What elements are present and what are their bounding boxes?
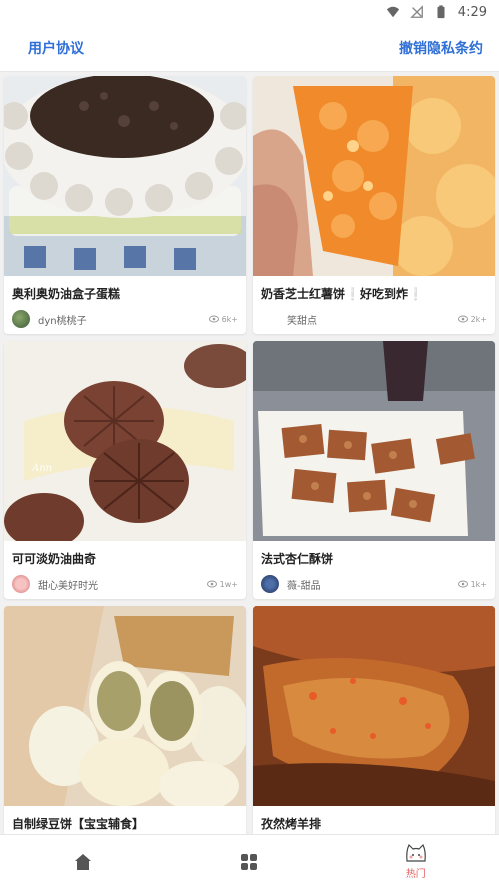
nav-category[interactable] (189, 835, 309, 888)
recipe-meta: 笑甜点 2k+ (253, 306, 495, 332)
nav-home[interactable] (23, 835, 143, 888)
author-name: dyn桃桃子 (38, 315, 87, 327)
recipe-image: Ann (4, 341, 246, 541)
recipe-card[interactable]: 自制绿豆饼【宝宝辅食】 (4, 606, 246, 834)
eye-icon (206, 580, 217, 588)
avatar (12, 575, 30, 593)
recipe-title: 奥利奥奶油盒子蛋糕 (12, 287, 121, 301)
recipe-card[interactable]: 孜然烤羊排 (253, 606, 495, 834)
recipe-image (253, 76, 495, 276)
recipe-meta: 甜心美好时光 1w+ (4, 571, 246, 597)
recipe-card[interactable]: Ann 可可淡奶油曲奇 甜心美好时光 1w+ (4, 341, 246, 599)
view-count-value: 2k+ (470, 314, 487, 324)
nav-hot[interactable]: 热门 (356, 835, 476, 888)
view-count: 2k+ (457, 314, 487, 324)
home-icon (75, 853, 92, 870)
recipe-card[interactable]: 奥利奥奶油盒子蛋糕 dyn桃桃子 6k+ (4, 76, 246, 334)
status-bar: 4:29 (0, 0, 499, 24)
nav-hot-label: 热门 (405, 869, 426, 880)
recipe-image (4, 606, 246, 806)
svg-text:Ann: Ann (31, 463, 52, 474)
author-name: 薇-甜品 (287, 580, 321, 592)
eye-icon (457, 315, 468, 323)
view-count-value: 6k+ (221, 314, 238, 324)
recipe-image (253, 341, 495, 541)
recipe-meta: dyn桃桃子 6k+ (4, 306, 246, 332)
avatar (12, 310, 30, 328)
status-time: 4:29 (457, 4, 487, 20)
recipe-card[interactable]: 奶香芝士红薯饼❕好吃到炸❕ 笑甜点 2k+ (253, 76, 495, 334)
author-name: 笑甜点 (287, 315, 317, 327)
recipe-meta: 薇-甜品 1k+ (253, 571, 495, 597)
recipe-title: 法式杏仁酥饼 (261, 552, 334, 566)
avatar (261, 310, 279, 328)
recipe-grid[interactable]: 奥利奥奶油盒子蛋糕 dyn桃桃子 6k+ 奶香芝士红薯饼❕好吃到炸❕ 笑甜点 2… (0, 72, 499, 834)
eye-icon (208, 315, 219, 323)
view-count-value: 1k+ (470, 579, 487, 589)
view-count-value: 1w+ (219, 579, 238, 589)
recipe-card[interactable]: 法式杏仁酥饼 薇-甜品 1k+ (253, 341, 495, 599)
revoke-privacy-link[interactable]: 撤销隐私条约 (399, 38, 483, 58)
grid-icon (241, 853, 258, 870)
view-count: 1w+ (206, 579, 238, 589)
avatar (261, 575, 279, 593)
author-name: 甜心美好时光 (38, 580, 98, 592)
signal-off-icon (409, 5, 423, 18)
cat-face-icon (405, 843, 426, 862)
bottom-nav: 热门 (0, 834, 499, 888)
eye-icon (457, 580, 468, 588)
view-count: 1k+ (457, 579, 487, 589)
user-agreement-link[interactable]: 用户协议 (28, 38, 84, 58)
recipe-title: 自制绿豆饼【宝宝辅食】 (12, 817, 145, 831)
recipe-image (253, 606, 495, 806)
view-count: 6k+ (208, 314, 238, 324)
recipe-title: 奶香芝士红薯饼❕好吃到炸❕ (261, 287, 423, 301)
wifi-icon (386, 6, 399, 18)
battery-icon (437, 5, 445, 19)
recipe-title: 孜然烤羊排 (261, 817, 322, 831)
header: 用户协议 撤销隐私条约 (0, 24, 499, 72)
recipe-image (4, 76, 246, 276)
recipe-title: 可可淡奶油曲奇 (12, 552, 97, 566)
